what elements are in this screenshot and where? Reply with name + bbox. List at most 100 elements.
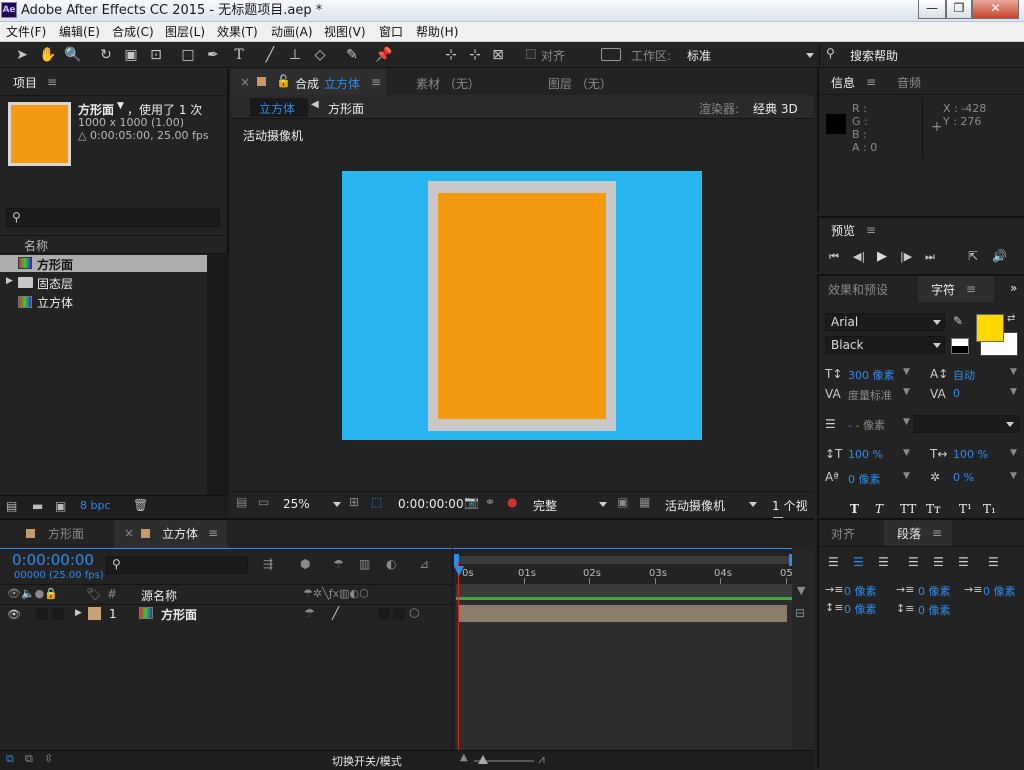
view-axis-icon[interactable]: ⊠ xyxy=(488,45,508,65)
font-family-select[interactable]: Arial xyxy=(825,313,945,331)
menu-animation[interactable]: 动画(A) xyxy=(271,24,313,40)
renderer-value[interactable]: 经典 3D xyxy=(753,100,798,117)
hand-tool-icon[interactable]: ✋ xyxy=(38,45,58,65)
timeline-panel-menu-icon[interactable]: ≡ xyxy=(208,526,218,540)
vertical-scale-value[interactable]: 100 % xyxy=(848,448,883,461)
align-center-icon[interactable]: ☰ xyxy=(853,555,864,569)
set-black-white-icon[interactable] xyxy=(951,338,969,354)
last-frame-icon[interactable]: ⏭ xyxy=(925,250,935,264)
baseline-shift-value[interactable]: 0 像素 xyxy=(848,471,881,487)
layer-3d-switch[interactable]: ⬡ xyxy=(409,606,419,620)
delete-icon[interactable]: 🗑 xyxy=(133,498,148,512)
mask-visibility-icon[interactable]: ⬚ xyxy=(371,495,382,509)
type-tool-icon[interactable]: T xyxy=(229,45,249,65)
indent-right-value[interactable]: 0 像素 xyxy=(983,583,1016,599)
justify-center-icon[interactable]: ☰ xyxy=(933,555,944,569)
pan-behind-tool-icon[interactable]: ⊡ xyxy=(146,45,166,65)
transfer-controls-pane-icon[interactable]: ⧉ xyxy=(25,752,33,766)
channel-icon[interactable]: ● xyxy=(507,495,517,509)
menu-edit[interactable]: 编辑(E) xyxy=(59,24,100,40)
menu-file[interactable]: 文件(F) xyxy=(6,24,46,40)
swap-colors-icon[interactable]: ⇄ xyxy=(1007,313,1015,324)
faux-bold-button[interactable]: T xyxy=(850,502,859,516)
menu-view[interactable]: 视图(V) xyxy=(324,24,366,40)
leading-dropdown-icon[interactable]: ▼ xyxy=(1010,367,1017,377)
timeline-tab-cube[interactable]: 立方体 xyxy=(162,526,198,542)
superscript-button[interactable]: T¹ xyxy=(959,502,972,516)
indent-first-line-value[interactable]: 0 像素 xyxy=(918,583,951,599)
vertical-scale-dropdown-icon[interactable]: ▼ xyxy=(903,448,910,458)
zoom-in-icon[interactable]: ⩘ xyxy=(538,752,545,767)
interpret-footage-icon[interactable]: ▤ xyxy=(6,499,17,513)
local-axis-icon[interactable]: ⊹ xyxy=(441,45,461,65)
close-button[interactable]: ✕ xyxy=(972,0,1019,19)
info-panel-menu-icon[interactable]: ≡ xyxy=(866,75,876,89)
first-frame-icon[interactable]: ⏮ xyxy=(829,250,839,264)
search-help-input[interactable]: 搜索帮助 xyxy=(850,47,898,64)
justify-left-icon[interactable]: ☰ xyxy=(908,555,919,569)
camera-view-select[interactable]: 活动摄像机 xyxy=(665,497,725,514)
new-composition-icon[interactable]: ▣ xyxy=(55,499,66,513)
lock-toggle[interactable] xyxy=(52,608,64,620)
menu-help[interactable]: 帮助(H) xyxy=(416,24,458,40)
zoom-dropdown-icon[interactable] xyxy=(333,502,341,507)
timeline-zoom-handle-icon[interactable] xyxy=(478,755,488,764)
project-tab[interactable]: 项目 xyxy=(13,75,37,91)
play-icon[interactable]: ▶ xyxy=(877,249,887,264)
audio-toggle[interactable] xyxy=(36,608,48,620)
horizontal-scale-value[interactable]: 100 % xyxy=(953,448,988,461)
layer-quality-switch[interactable]: ╱ xyxy=(332,606,339,620)
timeline-search-input[interactable]: ⚲ xyxy=(106,556,248,574)
space-before-value[interactable]: 0 像素 xyxy=(844,601,877,617)
brush-tool-icon[interactable]: ╱ xyxy=(260,45,280,65)
font-size-dropdown-icon[interactable]: ▼ xyxy=(903,367,910,377)
font-style-select[interactable]: Black xyxy=(825,336,945,354)
mute-audio-icon[interactable]: 🔊 xyxy=(992,249,1007,263)
pen-tool-icon[interactable]: ✒ xyxy=(203,45,223,65)
align-right-icon[interactable]: ☰ xyxy=(878,555,889,569)
justify-all-icon[interactable]: ☰ xyxy=(988,555,999,569)
always-preview-icon[interactable]: ▤ xyxy=(236,495,247,509)
indent-left-value[interactable]: 0 像素 xyxy=(844,583,877,599)
roto-brush-tool-icon[interactable]: ✎ xyxy=(342,45,362,65)
character-tab[interactable]: 字符 xyxy=(931,282,955,298)
all-caps-button[interactable]: TT xyxy=(900,502,916,516)
folder-expand-icon[interactable]: ▶ xyxy=(6,276,13,286)
composition-tab-name[interactable]: 立方体 xyxy=(324,75,360,92)
stroke-width-dropdown-icon[interactable]: ▼ xyxy=(903,417,910,427)
small-caps-button[interactable]: Tт xyxy=(926,502,941,516)
layer-shy-switch[interactable]: ☂ xyxy=(304,606,315,620)
draft-3d-icon[interactable]: ⬢ xyxy=(300,557,310,571)
bit-depth-button[interactable]: 8 bpc xyxy=(80,499,111,512)
puppet-tool-icon[interactable]: 📌 xyxy=(374,45,394,65)
lock-icon[interactable]: 🔓 xyxy=(276,74,291,88)
paragraph-panel-menu-icon[interactable]: ≡ xyxy=(932,526,942,540)
layer-duration-bar[interactable] xyxy=(459,605,787,622)
camera-tool-icon[interactable]: ▣ xyxy=(121,45,141,65)
timeline-timecode[interactable]: 0:00:00:00 xyxy=(12,551,94,569)
stroke-style-select[interactable] xyxy=(913,415,1019,433)
grid-icon[interactable]: ⊞ xyxy=(349,495,359,509)
camera-view-dropdown-icon[interactable] xyxy=(749,502,757,507)
menu-layer[interactable]: 图层(L) xyxy=(165,24,205,40)
frame-blending-icon[interactable]: ▥ xyxy=(359,557,370,571)
snapshot-icon[interactable]: 📷 xyxy=(464,495,479,509)
previous-frame-icon[interactable]: ◀︎| xyxy=(853,250,865,263)
loop-icon[interactable]: ⇱ xyxy=(968,249,978,263)
tracking-dropdown-icon[interactable]: ▼ xyxy=(1010,387,1017,397)
motion-blur-icon[interactable]: ◐ xyxy=(386,557,396,571)
effects-presets-tab[interactable]: 效果和预设 xyxy=(828,282,888,298)
font-size-value[interactable]: 300 像素 xyxy=(848,367,895,383)
faux-italic-button[interactable]: T xyxy=(875,502,883,516)
menu-composition[interactable]: 合成(C) xyxy=(112,24,154,40)
layer-switches-pane-icon[interactable]: ⧉ xyxy=(6,752,14,766)
kerning-dropdown-icon[interactable]: ▼ xyxy=(903,387,910,397)
workspace-select[interactable]: 标准 xyxy=(687,47,711,64)
world-axis-icon[interactable]: ⊹ xyxy=(465,45,485,65)
playhead-handle-icon[interactable] xyxy=(454,566,464,576)
rotate-tool-icon[interactable]: ↻ xyxy=(96,45,116,65)
timeline-tab-square[interactable]: 方形面 xyxy=(48,526,84,542)
preview-tab[interactable]: 预览 xyxy=(831,223,855,239)
clone-stamp-tool-icon[interactable]: ⊥ xyxy=(285,45,305,65)
zoom-tool-icon[interactable]: 🔍 xyxy=(63,45,83,65)
